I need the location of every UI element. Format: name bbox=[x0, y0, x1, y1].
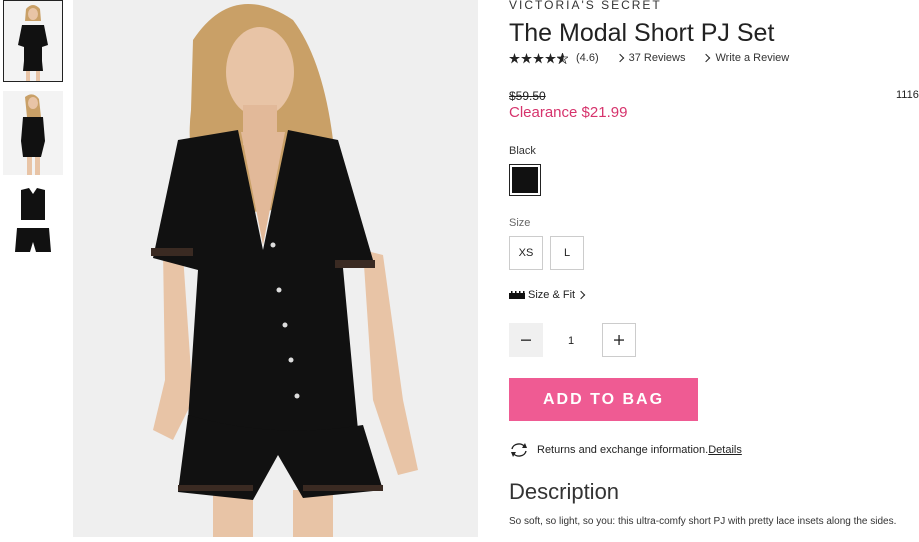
clearance-price: Clearance $21.99 bbox=[509, 104, 628, 121]
returns-text: Returns and exchange information. bbox=[537, 444, 709, 456]
original-price: $59.50 bbox=[509, 89, 546, 103]
brand-name: VICTORIA'S SECRET bbox=[509, 0, 662, 12]
main-product-image bbox=[73, 0, 478, 537]
color-label: Black bbox=[509, 145, 536, 157]
product-title: The Modal Short PJ Set bbox=[509, 19, 775, 47]
write-review-link[interactable]: Write a Review bbox=[715, 52, 789, 64]
size-fit-label: Size & Fit bbox=[528, 289, 576, 301]
star-icon bbox=[509, 52, 520, 63]
description-heading: Description bbox=[509, 479, 620, 504]
thumbnail-front[interactable] bbox=[3, 0, 63, 82]
reviews-link[interactable]: 37 Reviews bbox=[629, 52, 686, 64]
minus-icon bbox=[521, 339, 531, 341]
half-star-icon bbox=[557, 52, 568, 64]
model-side-image bbox=[3, 91, 63, 175]
size-option-xs[interactable]: XS bbox=[509, 236, 543, 270]
description-text: So soft, so light, so you: this ultra-co… bbox=[509, 516, 897, 527]
returns-info: Returns and exchange information. Details bbox=[509, 442, 742, 458]
flat-lay-image bbox=[3, 184, 63, 256]
quantity-value[interactable]: 1 bbox=[568, 335, 574, 347]
thumbnail-flat[interactable] bbox=[3, 184, 63, 256]
chevron-right-icon bbox=[576, 290, 586, 300]
rating-value: (4.6) bbox=[576, 52, 599, 64]
size-option-l[interactable]: L bbox=[550, 236, 584, 270]
star-rating bbox=[509, 52, 568, 64]
chevron-right-icon bbox=[702, 53, 711, 63]
plus-icon bbox=[614, 335, 624, 345]
model-front-image bbox=[4, 1, 62, 81]
star-icon bbox=[521, 52, 532, 63]
size-label: Size bbox=[509, 217, 531, 229]
quantity-increase-button[interactable] bbox=[602, 323, 636, 357]
exchange-icon bbox=[511, 443, 527, 457]
quantity-decrease-button[interactable] bbox=[509, 323, 543, 357]
star-icon bbox=[545, 52, 556, 63]
color-swatch-black[interactable] bbox=[509, 164, 541, 196]
add-to-bag-button[interactable]: ADD TO BAG bbox=[509, 378, 698, 421]
item-number: 1116 bbox=[896, 89, 919, 101]
ruler-icon bbox=[509, 291, 525, 299]
size-fit-link[interactable]: Size & Fit bbox=[509, 289, 586, 301]
rating-row: (4.6) 37 Reviews Write a Review bbox=[509, 52, 789, 64]
details-link[interactable]: Details bbox=[708, 444, 742, 456]
star-icon bbox=[533, 52, 544, 63]
chevron-right-icon bbox=[615, 53, 624, 63]
thumbnail-side[interactable] bbox=[3, 91, 63, 175]
